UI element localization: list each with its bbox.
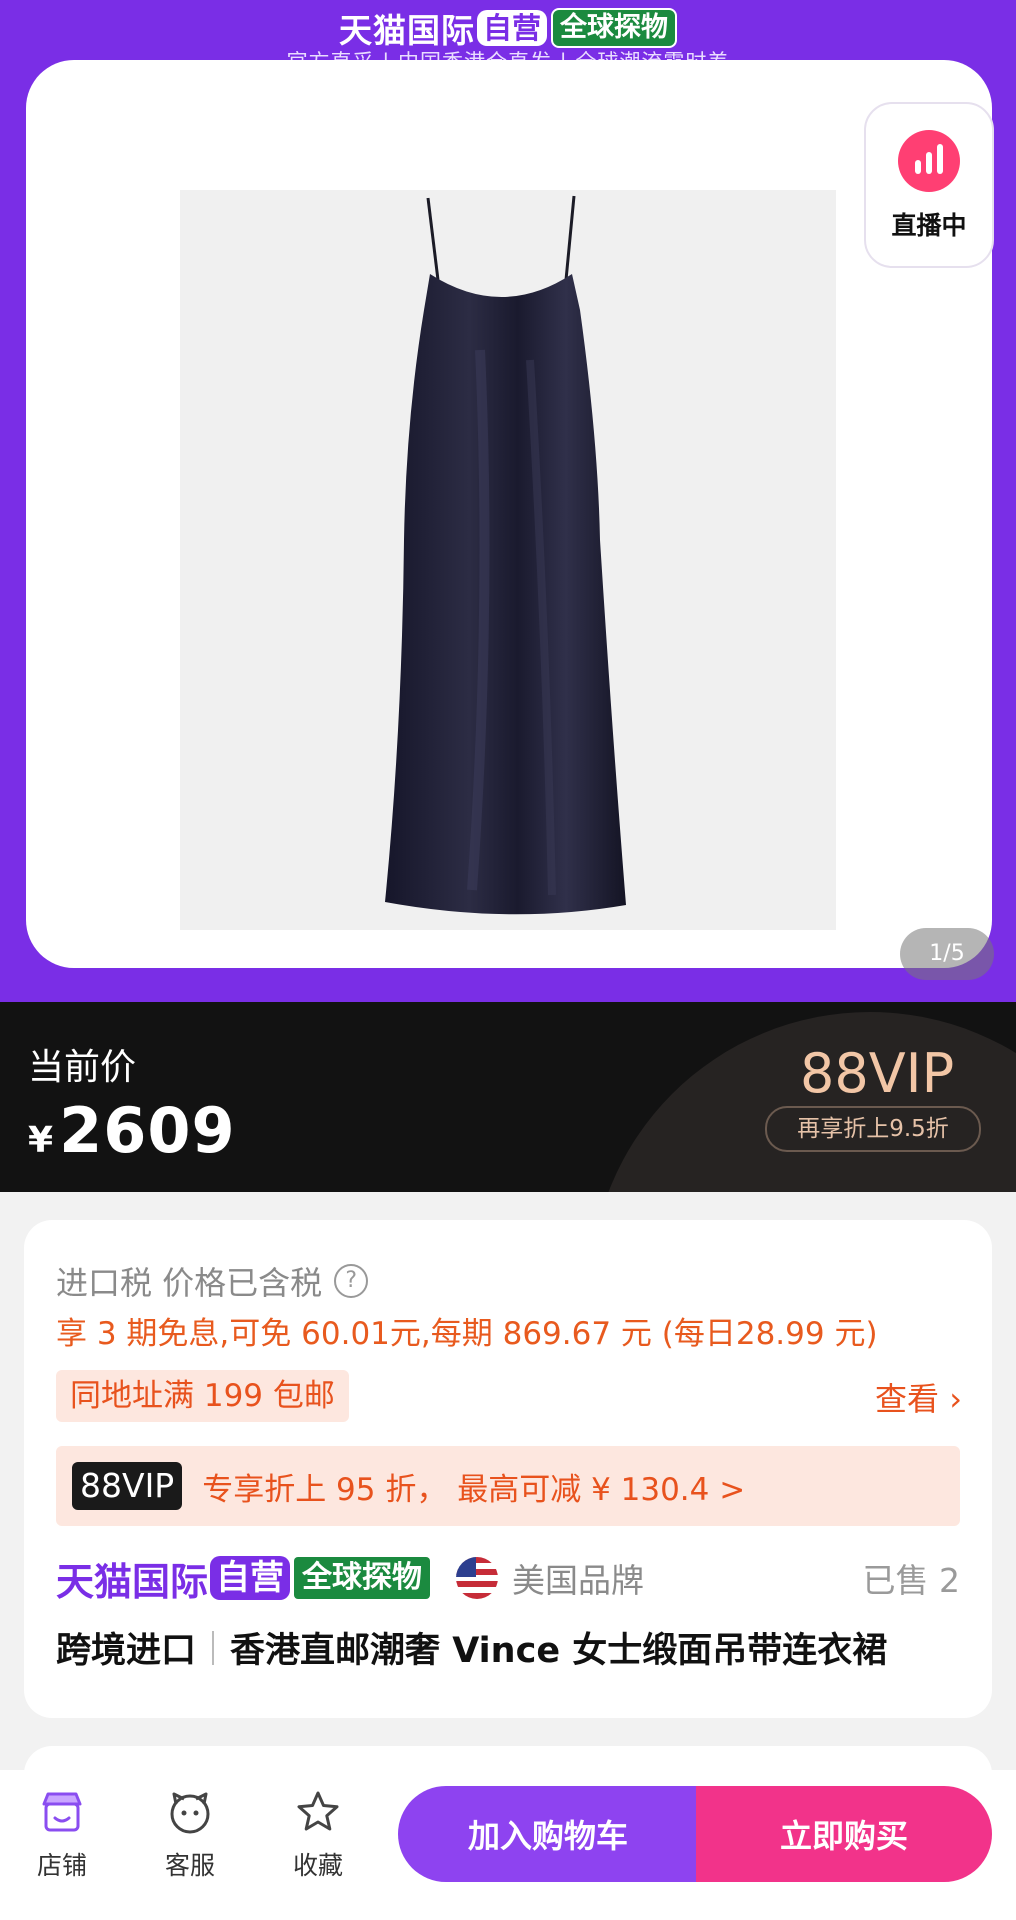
tax-text: 进口税 价格已含税	[56, 1264, 323, 1302]
price-currency: ¥	[28, 1120, 54, 1161]
live-stream-badge[interactable]: 直播中	[864, 102, 994, 268]
us-flag-icon	[456, 1557, 499, 1599]
live-label: 直播中	[891, 211, 967, 240]
store-label: 店铺	[36, 1851, 87, 1880]
brand-global-badge: 全球探物	[294, 1557, 431, 1599]
product-info-card: 进口税 价格已含税 ? 享 3 期免息,可免 60.01元,每期 869.67 …	[24, 1220, 992, 1718]
vip-promo-banner[interactable]: 88VIP 专享折上 95 折， 最高可减 ¥ 130.4 >	[56, 1446, 960, 1526]
cross-border-tag: 跨境进口	[56, 1631, 197, 1671]
brand-row: 天猫国际 自营 全球探物 美国品牌 已售 2	[56, 1550, 960, 1606]
chat-face-icon	[170, 1792, 210, 1834]
favorite-button[interactable]: 收藏	[268, 1788, 368, 1882]
vip-chip: 88VIP	[72, 1462, 183, 1510]
question-icon[interactable]: ?	[334, 1264, 369, 1298]
brand-global-badge: 全球探物	[551, 8, 677, 48]
product-hero: 天猫国际 自营 全球探物 官方直采 | 中国香港仓直发 | 全球潮流零时差	[0, 0, 1016, 1002]
brand-tmall-text: 天猫国际	[56, 1559, 209, 1604]
live-bars-icon	[898, 130, 960, 192]
add-to-cart-button[interactable]: 加入购物车	[398, 1786, 698, 1882]
vip-promo-text: 专享折上 95 折， 最高可减 ¥ 130.4 >	[202, 1471, 746, 1508]
vip-discount-pill[interactable]: 再享折上9.5折	[765, 1106, 981, 1152]
current-price: ¥ 2609	[28, 1094, 236, 1167]
price-bar: 当前价 ¥ 2609 88VIP 再享折上9.5折	[0, 1002, 1016, 1192]
view-link[interactable]: 查看 ›	[875, 1374, 962, 1420]
product-title: 香港直邮潮奢 Vince 女士缎面吊带连衣裙	[230, 1631, 888, 1671]
brand-tmall-text: 天猫国际	[338, 11, 475, 50]
customer-service-button[interactable]: 客服	[140, 1788, 240, 1882]
product-photo[interactable]	[180, 190, 836, 930]
service-label: 客服	[164, 1851, 215, 1880]
brand-origin: 美国品牌	[512, 1561, 645, 1600]
free-shipping-tag: 同地址满 199 包邮	[56, 1370, 349, 1422]
tmall-global-logo: 天猫国际 自营 全球探物	[0, 4, 1016, 52]
installment-text[interactable]: 享 3 期免息,可免 60.01元,每期 869.67 元 (每日28.99 元…	[56, 1308, 878, 1353]
brand-self-operated-badge: 自营	[476, 10, 547, 46]
image-page-indicator: 1/5	[900, 928, 994, 980]
bottom-action-bar: 店铺 客服 收藏 加入购物车 立即购买	[0, 1770, 1016, 1920]
store-icon	[42, 1792, 82, 1832]
sold-count: 已售 2	[862, 1561, 961, 1600]
price-amount: 2609	[59, 1094, 236, 1167]
favorite-label: 收藏	[292, 1851, 343, 1880]
brand-self-operated-badge: 自营	[210, 1556, 291, 1600]
store-button[interactable]: 店铺	[12, 1788, 112, 1882]
vip-title: 88VIP	[800, 1042, 955, 1105]
star-icon	[297, 1791, 339, 1831]
buy-now-button[interactable]: 立即购买	[696, 1786, 992, 1882]
slip-dress-image	[385, 195, 626, 915]
current-price-label: 当前价	[28, 1047, 137, 1088]
tax-row: 进口税 价格已含税 ?	[56, 1258, 369, 1304]
product-title-row: 跨境进口 香港直邮潮奢 Vince 女士缎面吊带连衣裙	[56, 1622, 976, 1673]
title-divider	[212, 1630, 215, 1665]
